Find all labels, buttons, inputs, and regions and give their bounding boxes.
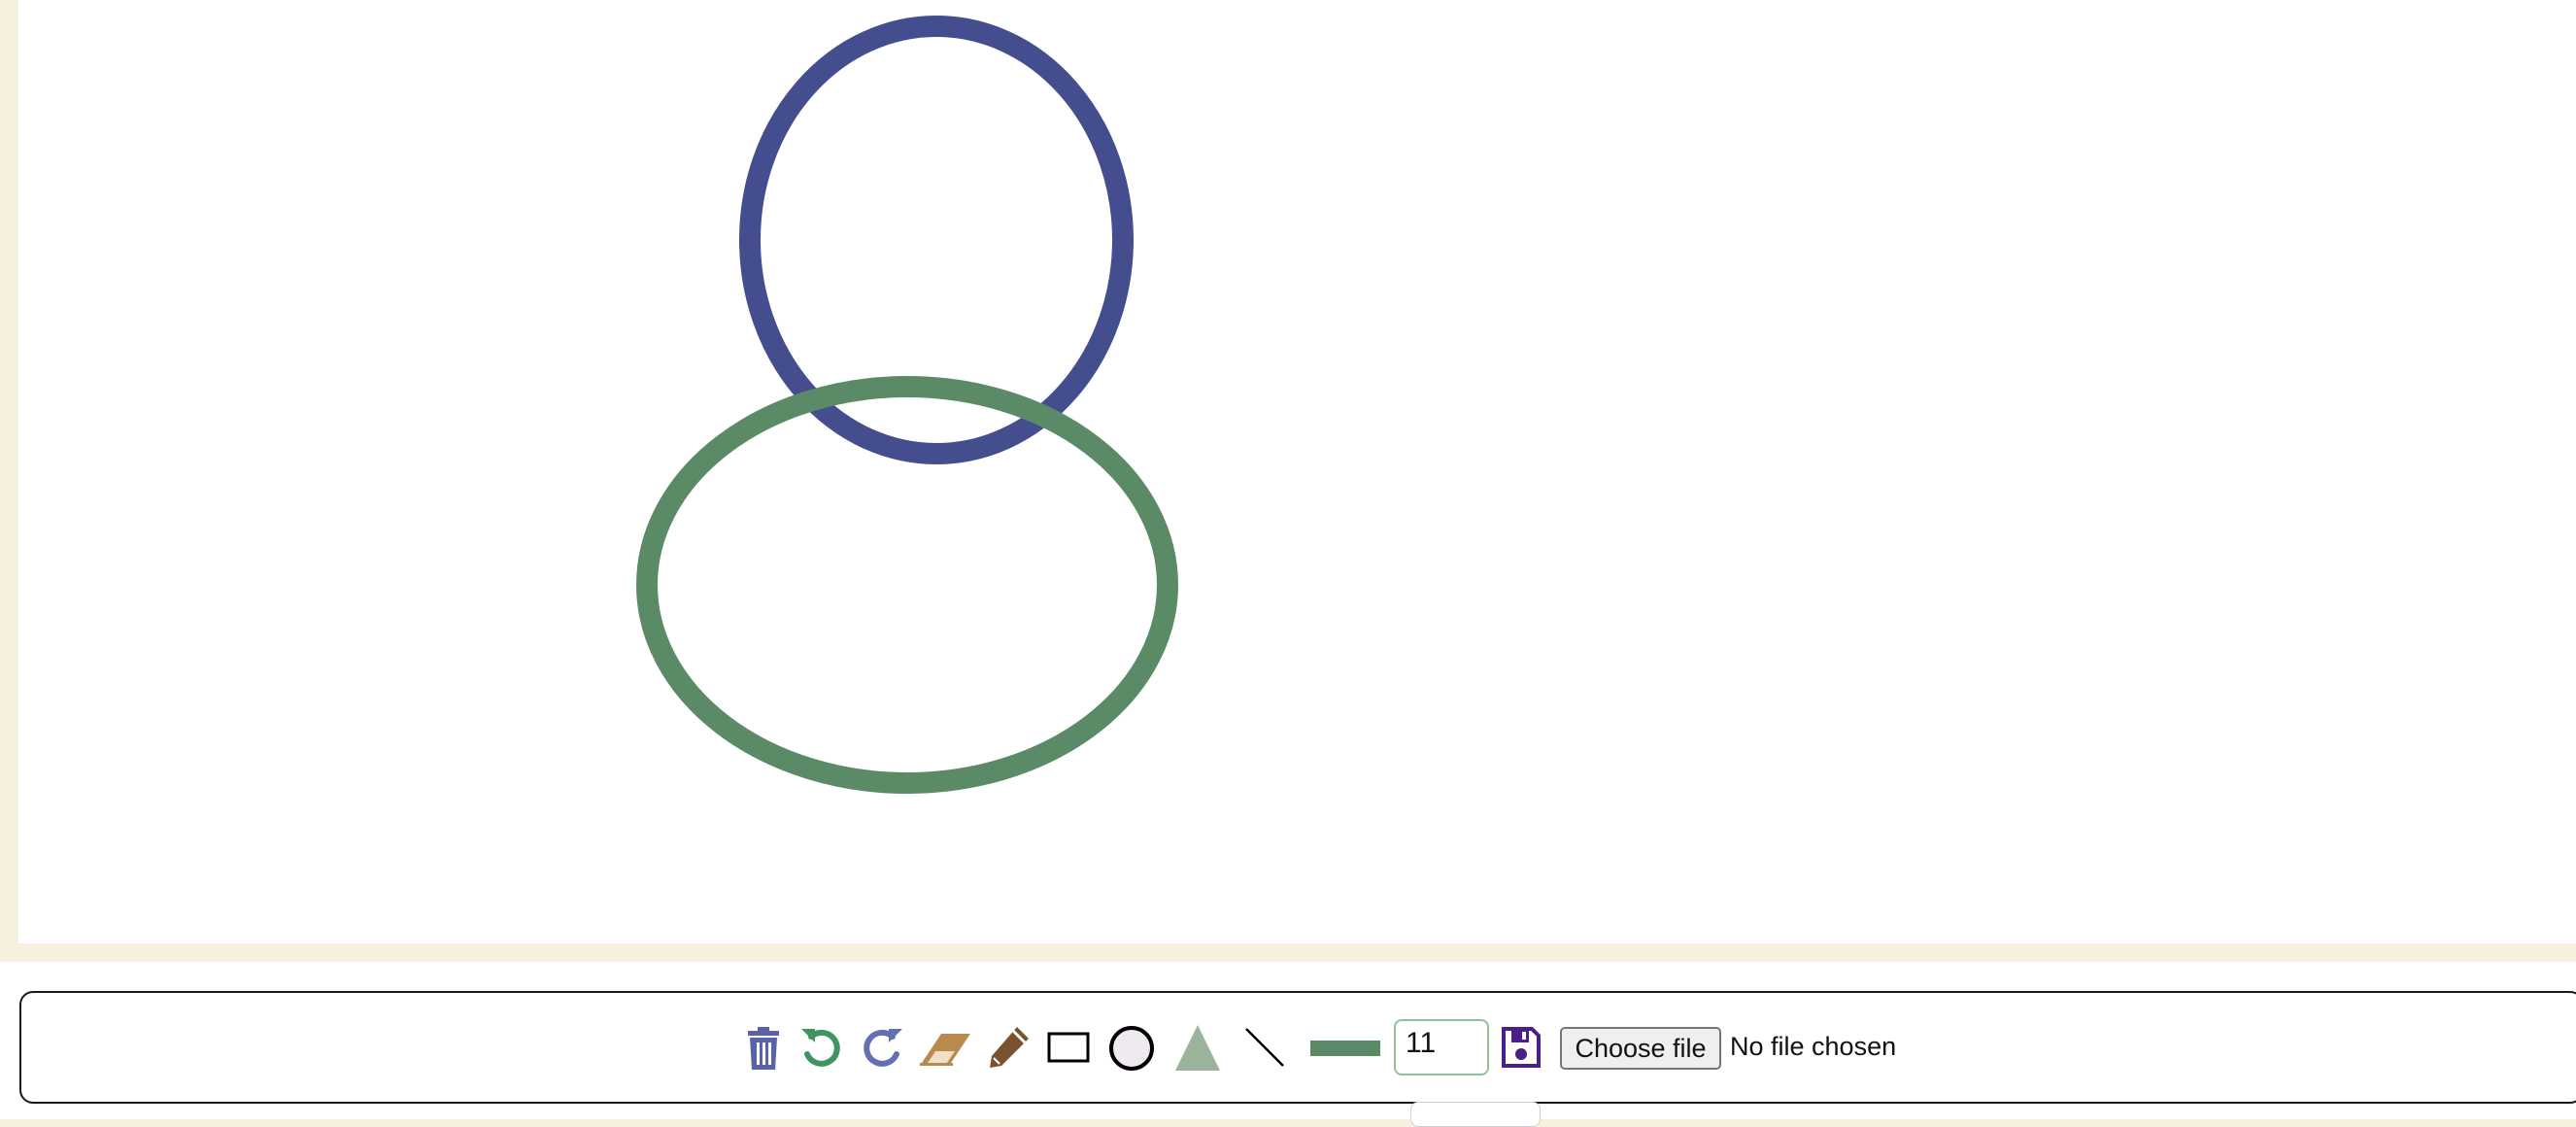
undo-icon (801, 1029, 840, 1067)
triangle-icon (1175, 1025, 1220, 1071)
rectangle-tool-button[interactable] (1047, 1028, 1090, 1067)
eraser-icon (920, 1034, 970, 1066)
eraser-button[interactable] (919, 1026, 973, 1069)
rectangle-icon (1047, 1032, 1090, 1063)
drawing-toolbar (19, 991, 2576, 1104)
redo-button[interactable] (859, 1023, 905, 1072)
save-button[interactable] (1500, 1025, 1542, 1070)
canvas-svg (636, 16, 1178, 794)
trash-icon (748, 1027, 779, 1070)
circle-icon (1109, 1026, 1154, 1071)
pencil-icon (990, 1027, 1029, 1068)
line-icon (1245, 1028, 1284, 1067)
choose-file-button[interactable]: Choose file (1560, 1027, 1721, 1070)
line-tool-button[interactable] (1243, 1026, 1286, 1069)
stroke-color-picker[interactable] (1309, 1040, 1381, 1057)
drawing-canvas[interactable] (18, 0, 2576, 943)
triangle-tool-button[interactable] (1173, 1022, 1222, 1073)
circle-tool-button[interactable] (1107, 1024, 1156, 1073)
clear-button[interactable] (744, 1024, 783, 1073)
stroke-width-input[interactable]: 11 (1394, 1019, 1489, 1076)
file-status-text: No file chosen (1730, 1032, 1897, 1061)
stroke-color-swatch (1310, 1041, 1380, 1056)
redo-icon (864, 1029, 902, 1067)
undo-button[interactable] (798, 1023, 845, 1072)
pencil-button[interactable] (987, 1024, 1032, 1071)
save-icon (1502, 1027, 1541, 1068)
tooltip-popup (1410, 1102, 1541, 1127)
